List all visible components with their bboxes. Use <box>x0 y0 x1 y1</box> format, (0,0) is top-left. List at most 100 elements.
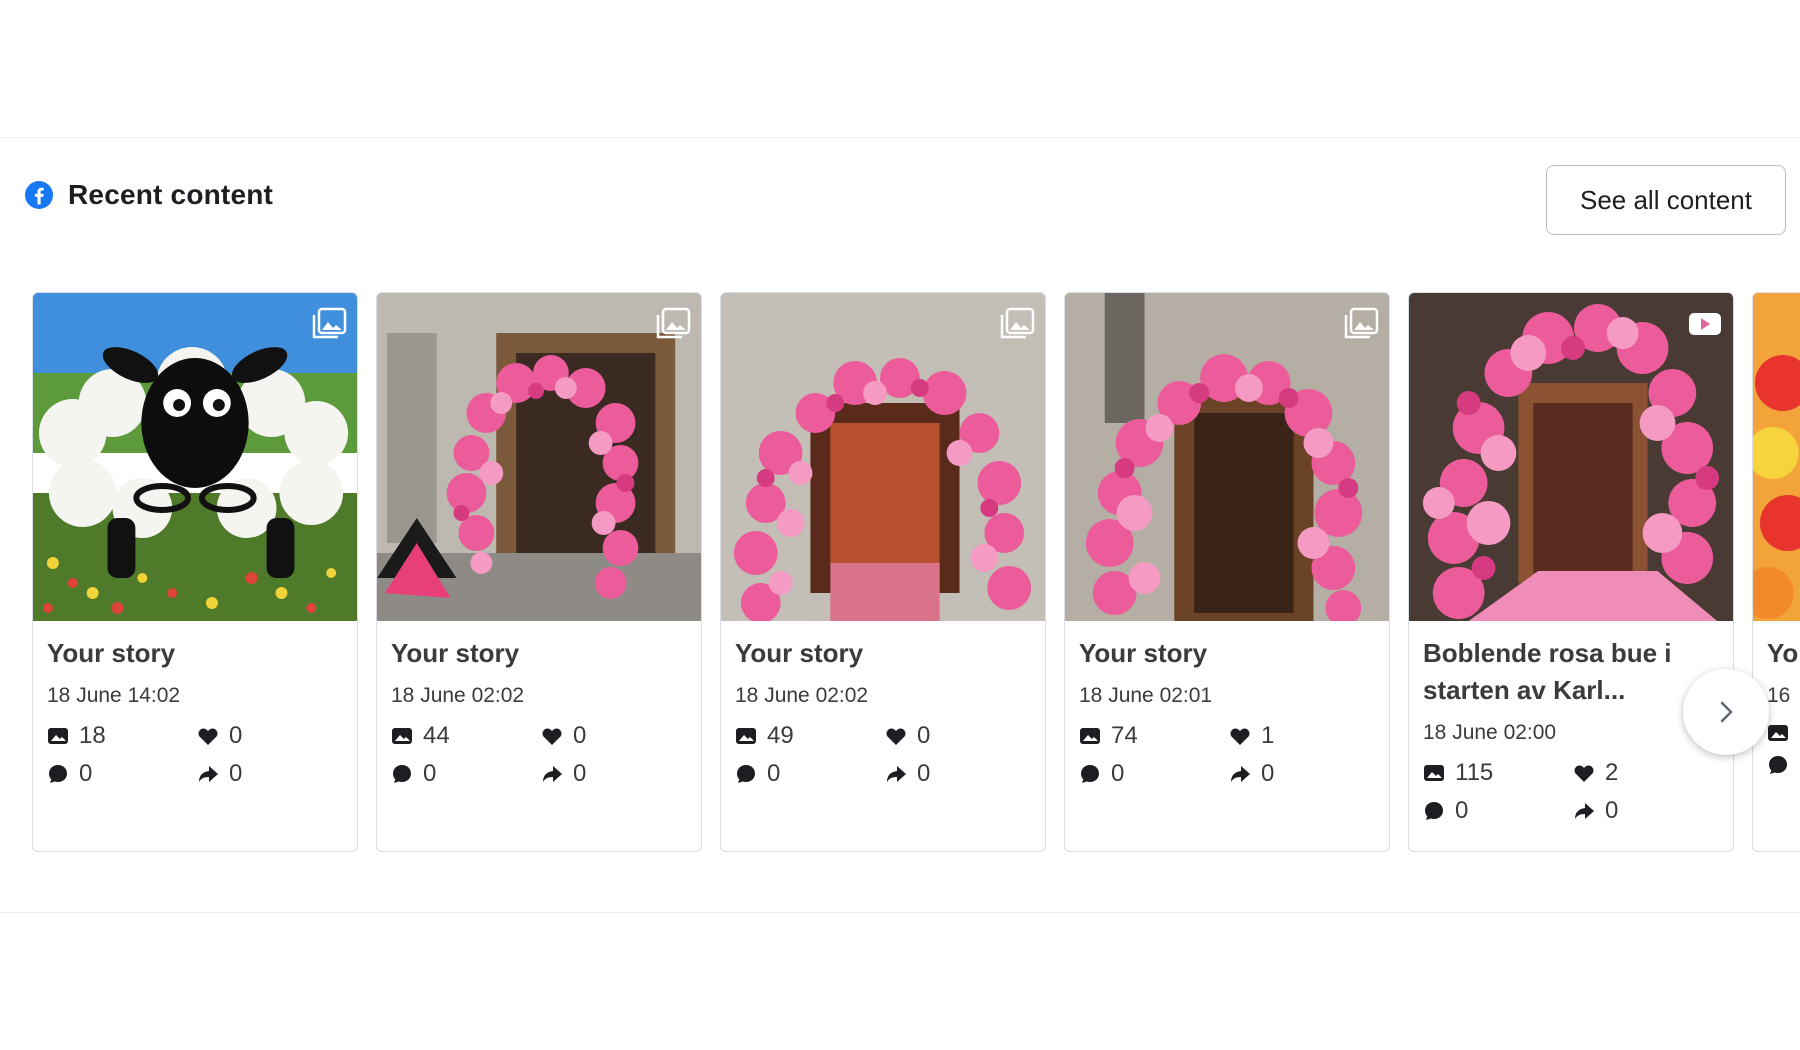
post-thumbnail <box>1065 293 1389 621</box>
comment-icon <box>1769 756 1787 774</box>
reach-count: 18 <box>79 722 106 749</box>
carousel-next-button[interactable] <box>1683 669 1769 755</box>
reach-stat: 18 <box>47 722 197 750</box>
post-date: 18 June 02:02 <box>735 684 869 707</box>
post-stats: 44 0 0 0 <box>391 722 687 788</box>
content-carousel: Your story 18 June 14:02 18 0 0 0 Your s… <box>32 292 1800 852</box>
post-thumbnail <box>1753 293 1800 621</box>
reach-count: 74 <box>1111 722 1138 749</box>
shares-count: 0 <box>917 760 931 787</box>
reach-stat: 44 <box>391 722 541 750</box>
comments-stat: 0 <box>47 760 197 788</box>
reach-stat: 49 <box>735 722 885 750</box>
shares-stat: 0 <box>1573 797 1693 825</box>
comments-count: 0 <box>1455 797 1469 824</box>
content-card[interactable]: Boblende rosa bue i starten av Karl... 1… <box>1408 292 1734 852</box>
reach-icon <box>1768 725 1788 741</box>
comments-stat: 0 <box>735 760 885 788</box>
reach-count: 115 <box>1455 759 1494 786</box>
comments-stat: 0 <box>1079 760 1229 788</box>
likes-count: 1 <box>1261 722 1275 749</box>
heart-icon <box>198 728 218 745</box>
content-card[interactable]: Your story 18 June 14:02 18 0 0 0 <box>32 292 358 852</box>
share-icon <box>543 766 562 782</box>
shares-count: 0 <box>229 760 243 787</box>
chevron-right-icon <box>1720 701 1733 723</box>
content-card[interactable]: Your story 18 June 02:02 44 0 0 0 <box>376 292 702 852</box>
post-title: Boblende rosa bue i starten av Karl... <box>1423 638 1672 705</box>
comments-count: 0 <box>79 760 93 787</box>
heart-icon <box>542 728 562 745</box>
shares-stat: 0 <box>197 760 317 788</box>
post-title: Yo <box>1767 638 1799 668</box>
comments-stat: 0 <box>1423 797 1573 825</box>
photo-stack-icon <box>1344 307 1379 339</box>
shares-stat: 0 <box>1229 760 1349 788</box>
likes-stat: 1 <box>1229 722 1349 750</box>
photo-stack-icon <box>1000 307 1035 339</box>
recent-content-section: Recent content See all content Your stor… <box>0 139 1800 913</box>
shares-stat: 0 <box>541 760 661 788</box>
section-header: Recent content <box>24 179 273 211</box>
see-all-content-button[interactable]: See all content <box>1546 165 1786 235</box>
comments-count: 0 <box>423 760 437 787</box>
post-date: 16 <box>1767 684 1791 707</box>
comments-stat <box>1767 754 1800 776</box>
post-thumbnail <box>1409 293 1733 621</box>
shares-count: 0 <box>1261 760 1275 787</box>
reach-icon <box>736 728 756 744</box>
post-stats: 74 1 0 0 <box>1079 722 1375 788</box>
comment-icon <box>737 765 755 783</box>
shares-stat: 0 <box>885 760 1005 788</box>
likes-count: 0 <box>917 722 931 749</box>
post-stats: 115 2 0 0 <box>1423 759 1719 825</box>
post-date: 18 June 02:00 <box>1423 721 1557 744</box>
shares-count: 0 <box>1605 797 1619 824</box>
post-date: 18 June 02:01 <box>1079 684 1213 707</box>
likes-stat: 0 <box>885 722 1005 750</box>
comment-icon <box>1425 802 1443 820</box>
content-card[interactable]: Your story 18 June 02:01 74 1 0 0 <box>1064 292 1390 852</box>
share-icon <box>199 766 218 782</box>
content-card-partial[interactable]: Yo 16 <box>1752 292 1800 852</box>
post-thumbnail <box>33 293 357 621</box>
post-title: Your story <box>1079 638 1208 668</box>
heart-icon <box>886 728 906 745</box>
comments-count: 0 <box>1111 760 1125 787</box>
comment-icon <box>49 765 67 783</box>
post-stats <box>1767 722 1800 776</box>
reach-icon <box>1080 728 1100 744</box>
post-title: Your story <box>47 638 176 668</box>
likes-count: 0 <box>229 722 243 749</box>
post-stats: 18 0 0 0 <box>47 722 343 788</box>
likes-count: 2 <box>1605 759 1619 786</box>
likes-stat: 0 <box>197 722 317 750</box>
reach-icon <box>392 728 412 744</box>
post-thumbnail <box>377 293 701 621</box>
bottom-blank-area <box>0 914 1800 1050</box>
share-icon <box>1231 766 1250 782</box>
photo-stack-icon <box>656 307 691 339</box>
reach-stat: 115 <box>1423 759 1573 787</box>
post-title: Your story <box>735 638 864 668</box>
reach-count: 44 <box>423 722 450 749</box>
reach-count: 49 <box>767 722 794 749</box>
likes-count: 0 <box>573 722 587 749</box>
heart-icon <box>1230 728 1250 745</box>
reach-icon <box>1424 765 1444 781</box>
post-stats: 49 0 0 0 <box>735 722 1031 788</box>
top-blank-area <box>0 0 1800 138</box>
reach-icon <box>48 728 68 744</box>
share-icon <box>1575 803 1594 819</box>
content-card[interactable]: Your story 18 June 02:02 49 0 0 0 <box>720 292 1046 852</box>
comment-icon <box>1081 765 1099 783</box>
facebook-icon <box>24 180 54 210</box>
reach-stat <box>1767 722 1800 744</box>
likes-stat: 0 <box>541 722 661 750</box>
likes-stat: 2 <box>1573 759 1693 787</box>
comments-stat: 0 <box>391 760 541 788</box>
post-thumbnail <box>721 293 1045 621</box>
video-icon <box>1689 313 1721 335</box>
photo-stack-icon <box>312 307 347 339</box>
shares-count: 0 <box>573 760 587 787</box>
